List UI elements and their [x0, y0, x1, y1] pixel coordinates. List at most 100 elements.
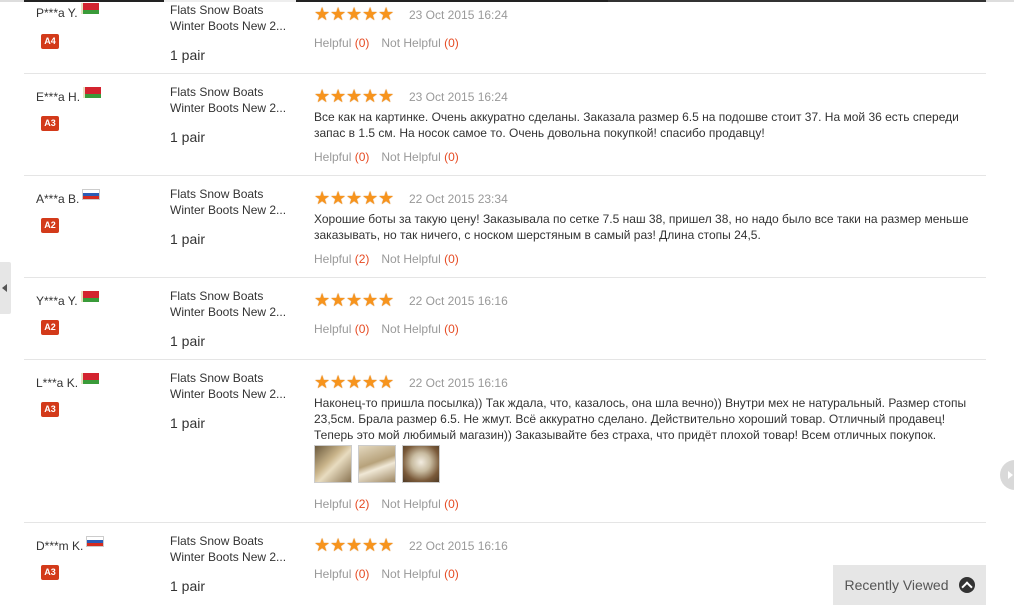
review-date: 23 Oct 2015 16:24 — [409, 90, 508, 104]
not-helpful-count: (0) — [444, 150, 459, 164]
product-name[interactable]: Flats Snow Boats Winter Boots New 2... — [170, 84, 294, 116]
not-helpful-count: (0) — [444, 36, 459, 50]
buyer-level-badge: A4 — [41, 34, 59, 49]
rating-stars: ★ ★ ★ ★ ★ — [314, 4, 395, 24]
product-name[interactable]: Flats Snow Boats Winter Boots New 2... — [170, 2, 294, 34]
star-icon: ★ — [378, 290, 395, 310]
product-name-line1: Flats Snow Boats — [170, 371, 264, 385]
review-item: P***a Y. A4 Flats Snow Boats Winter Boot… — [24, 0, 986, 74]
star-icon: ★ — [330, 290, 347, 310]
helpful-label: Helpful — [314, 36, 352, 50]
star-icon: ★ — [314, 372, 331, 392]
not-helpful-link[interactable]: Not Helpful (0) — [381, 36, 458, 50]
helpful-label: Helpful — [314, 567, 352, 581]
not-helpful-link[interactable]: Not Helpful (0) — [381, 567, 458, 581]
product-name[interactable]: Flats Snow Boats Winter Boots New 2... — [170, 533, 294, 565]
buyer-name: D***m K. — [36, 535, 105, 553]
product-name-line2: Winter Boots New 2... — [170, 305, 287, 319]
slider-right-handle[interactable] — [1000, 460, 1014, 490]
flag-belarus-icon — [83, 86, 102, 98]
not-helpful-link[interactable]: Not Helpful (0) — [381, 322, 458, 336]
rating-stars: ★ ★ ★ ★ ★ — [314, 188, 394, 208]
review-photo-thumbnail[interactable] — [314, 445, 352, 483]
review-date: 22 Oct 2015 16:16 — [409, 376, 508, 390]
star-icon: ★ — [314, 188, 331, 208]
not-helpful-link[interactable]: Not Helpful (0) — [381, 497, 458, 511]
buyer-level-badge: A3 — [41, 565, 59, 580]
review-photo-thumbnail[interactable] — [402, 445, 440, 483]
review-photos — [314, 445, 440, 483]
helpful-link[interactable]: Helpful (2) — [314, 252, 369, 266]
buyer-name-text: D***m K. — [36, 539, 84, 553]
flag-belarus-icon — [80, 290, 99, 302]
buyer-name: A***a B. — [36, 188, 101, 206]
star-icon: ★ — [346, 290, 363, 310]
star-icon: ★ — [314, 86, 331, 106]
quantity: 1 pair — [170, 578, 206, 594]
product-name-line2: Winter Boots New 2... — [170, 387, 287, 401]
helpful-link[interactable]: Helpful (2) — [314, 497, 369, 511]
helpful-count: (0) — [354, 150, 370, 164]
star-icon: ★ — [330, 372, 347, 392]
product-name-line1: Flats Snow Boats — [170, 85, 264, 99]
chevron-up-icon — [958, 577, 975, 593]
product-name[interactable]: Flats Snow Boats Winter Boots New 2... — [170, 288, 294, 320]
chevron-left-icon — [2, 284, 7, 292]
star-icon: ★ — [362, 188, 379, 208]
flag-belarus-icon — [81, 372, 100, 384]
flag-russia-icon — [82, 188, 101, 200]
buyer-name-text: Y***a Y. — [36, 294, 78, 308]
star-icon: ★ — [346, 188, 363, 208]
chevron-right-icon — [1008, 471, 1013, 479]
star-icon: ★ — [362, 4, 379, 24]
star-icon: ★ — [346, 4, 363, 24]
star-icon: ★ — [346, 86, 363, 106]
not-helpful-count: (0) — [444, 322, 459, 336]
review-photo-thumbnail[interactable] — [358, 445, 396, 483]
star-icon: ★ — [330, 86, 347, 106]
helpful-count: (2) — [354, 252, 370, 266]
recently-viewed-button[interactable]: Recently Viewed — [833, 565, 986, 605]
star-icon: ★ — [346, 372, 363, 392]
review-date: 23 Oct 2015 16:24 — [409, 8, 508, 22]
quantity: 1 pair — [170, 333, 206, 349]
not-helpful-count: (0) — [444, 567, 459, 581]
buyer-name-text: A***a B. — [36, 192, 80, 206]
review-item: A***a B. A2 Flats Snow Boats Winter Boot… — [24, 176, 986, 278]
star-icon: ★ — [378, 372, 395, 392]
not-helpful-label: Not Helpful — [381, 252, 441, 266]
buyer-name-text: L***a K. — [36, 376, 79, 390]
review-date: 22 Oct 2015 16:16 — [409, 294, 508, 308]
helpful-label: Helpful — [314, 252, 352, 266]
helpful-link[interactable]: Helpful (0) — [314, 36, 369, 50]
star-icon: ★ — [330, 188, 347, 208]
product-name[interactable]: Flats Snow Boats Winter Boots New 2... — [170, 186, 294, 218]
not-helpful-label: Not Helpful — [381, 497, 441, 511]
slider-left-handle[interactable] — [0, 262, 11, 314]
rating-stars: ★ ★ ★ ★ ★ — [314, 372, 395, 392]
star-icon: ★ — [314, 4, 331, 24]
product-name[interactable]: Flats Snow Boats Winter Boots New 2... — [170, 370, 294, 402]
not-helpful-link[interactable]: Not Helpful (0) — [381, 252, 458, 266]
flag-russia-icon — [86, 535, 105, 547]
star-icon: ★ — [378, 4, 395, 24]
helpful-link[interactable]: Helpful (0) — [314, 150, 369, 164]
buyer-name: Y***a Y. — [36, 290, 99, 308]
not-helpful-link[interactable]: Not Helpful (0) — [381, 150, 458, 164]
star-icon: ★ — [314, 535, 331, 555]
helpful-votes: Helpful (0) Not Helpful (0) — [314, 322, 459, 336]
helpful-link[interactable]: Helpful (0) — [314, 322, 369, 336]
not-helpful-label: Not Helpful — [381, 150, 441, 164]
rating-stars: ★ ★ ★ ★ ★ — [314, 290, 395, 310]
quantity: 1 pair — [170, 415, 206, 431]
star-icon: ★ — [378, 86, 395, 106]
quantity: 1 pair — [170, 47, 206, 63]
star-icon: ★ — [362, 86, 379, 106]
helpful-votes: Helpful (0) Not Helpful (0) — [314, 36, 459, 50]
star-icon: ★ — [378, 535, 395, 555]
buyer-level-badge: A3 — [41, 116, 59, 131]
review-item: L***a K. A3 Flats Snow Boats Winter Boot… — [24, 360, 986, 523]
quantity: 1 pair — [170, 129, 206, 145]
recently-viewed-label: Recently Viewed — [844, 577, 949, 593]
helpful-link[interactable]: Helpful (0) — [314, 567, 369, 581]
